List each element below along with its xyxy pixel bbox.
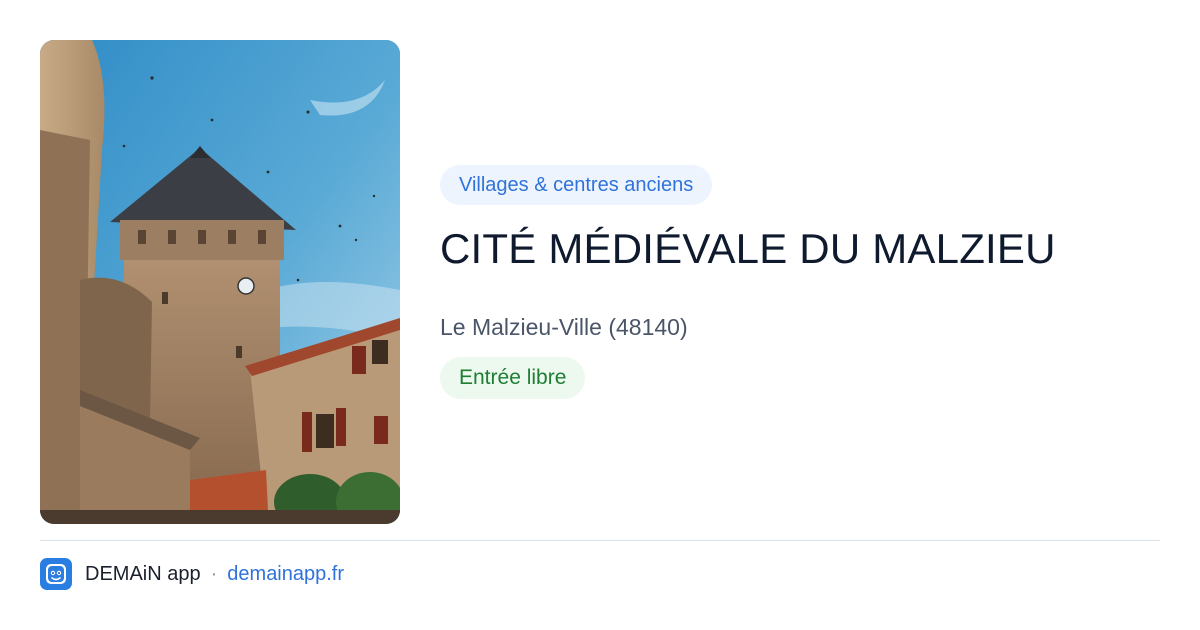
footer: DEMAiN app · demainapp.fr: [40, 558, 344, 590]
category-badge[interactable]: Villages & centres anciens: [440, 165, 713, 205]
place-info: Villages & centres anciens CITÉ MÉDIÉVAL…: [440, 165, 1160, 399]
app-name: DEMAiN app: [85, 562, 201, 585]
footer-separator: ·: [210, 562, 218, 585]
app-url-link[interactable]: demainapp.fr: [227, 563, 344, 586]
access-badge: Entrée libre: [440, 357, 586, 399]
footer-divider: [40, 540, 1160, 541]
place-location: Le Malzieu-Ville (48140): [440, 314, 688, 340]
share-card: Villages & centres anciens CITÉ MÉDIÉVAL…: [0, 0, 1200, 630]
place-photo: [40, 40, 400, 524]
place-title: CITÉ MÉDIÉVALE DU MALZIEU: [440, 225, 1056, 272]
demain-app-logo-icon: [40, 558, 72, 590]
